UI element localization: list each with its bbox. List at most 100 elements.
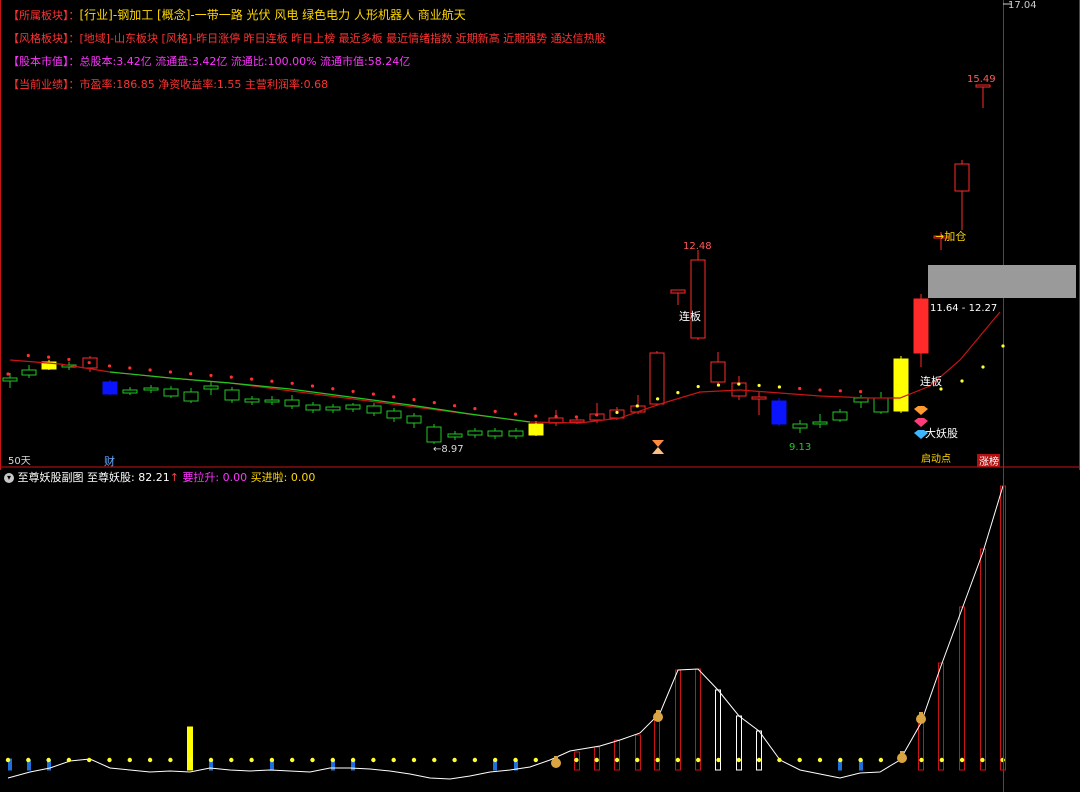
ma-dot [432,401,436,405]
indicator-bar [959,606,965,771]
ma-dot [473,407,477,411]
indicator-dot [655,757,660,763]
ma-dot [676,391,680,395]
indicator-bar [493,759,497,771]
indicator-dot [594,757,599,763]
sub-chart-title: 至尊妖股副图 [17,471,84,484]
candle [670,289,686,305]
indicator-dot [5,757,11,763]
indicator-dot [980,757,985,763]
candle [325,404,341,413]
ma-dot [331,387,335,391]
indicator-bar [756,730,762,771]
candle [406,413,422,428]
ma-dot [189,372,193,376]
up-arrow-icon: ↑ [169,471,179,484]
candle [21,365,37,378]
price-range-box [928,265,1076,298]
candle [143,385,159,393]
ma-dot [493,409,497,413]
ma-dot [148,368,152,372]
ma-dot [981,365,985,369]
indicator-bar [47,759,51,771]
indicator-dot [939,757,944,763]
indicator-dot [553,757,559,763]
indicator-bar [209,759,213,771]
candle [305,402,321,413]
rank-badge[interactable]: 涨榜 [979,455,999,468]
candle [873,392,889,414]
sub-dots-group [5,710,1005,768]
ma-dot [26,353,30,358]
indicator-dot [899,757,904,763]
indicator-dot [147,757,153,763]
high-price-marker-2: 15.49 [967,74,996,85]
indicator-bar [938,662,944,771]
ma-dot [777,385,782,389]
indicator-dot [411,757,417,763]
candle [366,403,382,416]
candle [812,414,828,428]
ma-dot [290,381,294,385]
indicator-dot [310,757,315,763]
rally-value: 0.00 [222,471,248,484]
hourglass-icon [652,440,664,454]
finance-marker[interactable]: 财 [104,454,115,468]
candle [690,250,706,340]
ma-dot [737,382,741,386]
indicator-dot [797,757,802,763]
moving-average-line [9,311,1001,424]
indicator-dot [817,757,823,763]
indicator-dot [87,757,92,763]
ma-dot [859,390,863,394]
indicator-bar [8,758,12,771]
indicator-dot [878,757,884,763]
ma-dot [1001,344,1005,348]
candle [264,396,280,405]
indicator-dot [452,757,457,763]
ma-dot [209,373,213,378]
candle [244,396,260,405]
indicator-dot [472,757,478,763]
candle [284,395,300,409]
candle [893,356,909,413]
indicator-value: 82.21 [138,471,170,484]
indicator-bar [1000,485,1006,771]
low-price-marker: ←8.97 [433,444,464,455]
indicator-bar [918,717,924,771]
ma-dot [412,398,416,402]
ma-dots-group [6,344,1005,419]
indicator-dot [777,757,782,763]
candle [447,431,463,440]
price-range-label: 11.64 - 12.27 [930,303,997,314]
candle [487,428,503,439]
ma-dot [960,379,964,383]
indicator-dot [533,757,538,763]
indicator-bar [331,759,335,771]
candle [792,420,808,433]
ma-dot [635,404,639,408]
candlestick-chart[interactable]: 17.04 11.64 - 12.27 50天 财 ←8.97 9.13 12.… [0,0,1080,470]
indicator-dot [574,757,579,763]
indicator-dot [249,757,254,763]
indicator-bar [838,759,842,771]
money-bag-icon [653,710,663,722]
ma-dot [798,386,802,391]
chevron-down-icon[interactable]: ▾ [4,473,14,483]
indicator-dot [127,757,132,763]
ma-dot [6,372,10,376]
candle [203,382,219,395]
indicator-bar [980,548,986,771]
ma-dot [107,364,112,368]
period-label: 50天 [8,456,31,467]
indicator-dot [736,757,741,763]
indicator-bar [187,726,193,771]
indicator-dot [269,757,275,763]
indicator-dot [229,757,234,763]
indicator-dot [188,757,193,763]
buy-value: 0.00 [290,471,316,484]
ma-dot [453,404,457,408]
indicator-dot [432,757,437,763]
ma-dot [838,389,842,393]
candle [426,424,442,444]
